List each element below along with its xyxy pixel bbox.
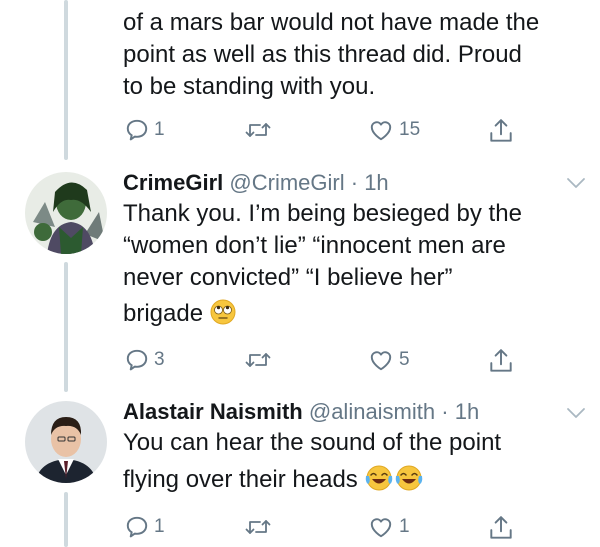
tweet-text-line: of a mars bar would not have made the bbox=[123, 9, 540, 36]
share-icon bbox=[490, 349, 512, 372]
retweet-icon bbox=[245, 520, 271, 534]
like-icon bbox=[370, 351, 392, 371]
share-button[interactable] bbox=[488, 117, 514, 145]
reply-count: 1 bbox=[154, 119, 165, 140]
tweet-text-line: to be standing with you. bbox=[123, 73, 376, 100]
retweet-button[interactable] bbox=[244, 514, 272, 540]
share-button[interactable] bbox=[488, 347, 514, 375]
reply-button[interactable]: 1 bbox=[124, 514, 165, 540]
like-button[interactable]: 5 bbox=[367, 347, 410, 373]
like-count: 5 bbox=[399, 349, 410, 370]
tweet-actions: 1 1 bbox=[0, 514, 600, 544]
reply-icon bbox=[126, 349, 148, 371]
avatar[interactable] bbox=[25, 172, 107, 254]
display-name[interactable]: CrimeGirl bbox=[123, 170, 223, 195]
tweet-text-line: never convicted” “I believe her” bbox=[123, 264, 453, 291]
handle[interactable]: @CrimeGirl bbox=[229, 170, 344, 195]
tweet-text-last-line: flying over their heads bbox=[123, 464, 424, 496]
reply-icon bbox=[126, 516, 148, 538]
avatar-image bbox=[25, 401, 107, 483]
like-count: 15 bbox=[399, 119, 421, 140]
tweet-text-line: point as well as this thread did. Proud bbox=[123, 41, 522, 68]
chevron-down-icon[interactable] bbox=[566, 406, 586, 420]
display-name[interactable]: Alastair Naismith bbox=[123, 399, 303, 424]
reply-count: 3 bbox=[154, 349, 165, 370]
tweet-actions: 1 15 bbox=[0, 117, 600, 147]
like-button[interactable]: 1 bbox=[367, 514, 410, 540]
share-icon bbox=[490, 516, 512, 539]
tweet-header: Alastair Naismith @alinaismith · 1h bbox=[123, 399, 479, 425]
reply-button[interactable]: 3 bbox=[124, 347, 165, 373]
tweet-text-line: You can hear the sound of the point bbox=[123, 429, 502, 456]
reply-button[interactable]: 1 bbox=[124, 117, 165, 143]
retweet-icon bbox=[245, 353, 271, 367]
avatar-image bbox=[25, 172, 107, 254]
separator-dot: · bbox=[350, 170, 359, 195]
reply-icon bbox=[126, 119, 148, 141]
like-button[interactable]: 15 bbox=[367, 117, 420, 143]
tweet-text-line: “women don’t lie” “innocent men are bbox=[123, 232, 506, 259]
share-icon bbox=[490, 119, 512, 142]
separator-dot: · bbox=[441, 399, 449, 424]
tweet-text-line: brigade bbox=[123, 300, 204, 327]
tweet-actions: 3 5 bbox=[0, 347, 600, 377]
tears-of-joy-emoji bbox=[366, 465, 393, 491]
tweet-text-line: Thank you. I’m being besieged by the bbox=[123, 200, 522, 227]
like-icon bbox=[370, 518, 392, 538]
avatar[interactable] bbox=[25, 401, 107, 483]
retweet-button[interactable] bbox=[244, 347, 272, 373]
tweet-text-line: flying over their heads bbox=[123, 466, 358, 493]
tweet-text-last-line: brigade bbox=[123, 298, 236, 330]
share-button[interactable] bbox=[488, 514, 514, 542]
like-count: 1 bbox=[399, 516, 410, 537]
tweet-header: CrimeGirl @CrimeGirl · 1h bbox=[123, 170, 389, 196]
tears-of-joy-emoji bbox=[396, 465, 423, 491]
handle[interactable]: @alinaismith bbox=[309, 399, 435, 424]
retweet-icon bbox=[245, 123, 271, 137]
like-icon bbox=[370, 121, 392, 141]
chevron-down-icon[interactable] bbox=[566, 176, 586, 190]
timestamp[interactable]: 1h bbox=[455, 399, 479, 424]
eye-roll-emoji bbox=[210, 299, 236, 325]
reply-count: 1 bbox=[154, 516, 165, 537]
timestamp[interactable]: 1h bbox=[364, 170, 388, 195]
retweet-button[interactable] bbox=[244, 117, 272, 143]
